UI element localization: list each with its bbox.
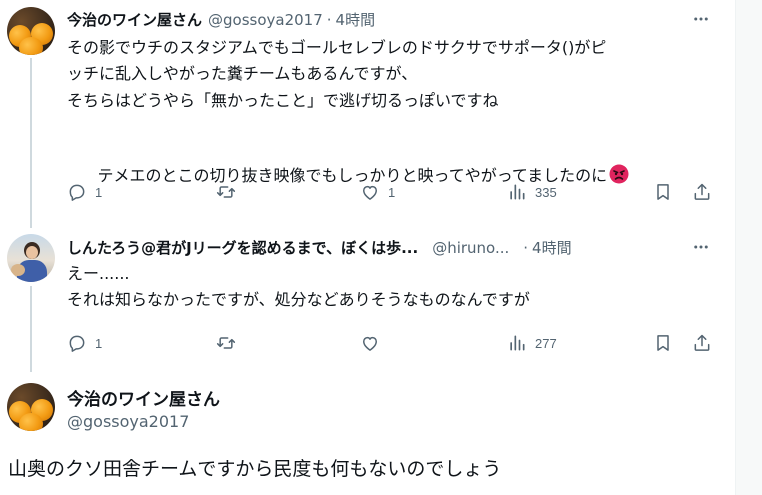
tweet-line: そちらはどうやら「無かったこと」で逃げ切るっぽいですね bbox=[67, 91, 499, 110]
reply-icon bbox=[69, 184, 85, 201]
avatar[interactable] bbox=[7, 234, 55, 282]
views-count: 277 bbox=[535, 335, 557, 351]
tweet-text: 山奥のクソ田舎チームですから民度も何もないのでしょう bbox=[8, 458, 502, 480]
bookmark-button[interactable] bbox=[653, 333, 673, 353]
tweet-line: それは知らなかったですが、処分などありそうなものなんですが bbox=[67, 290, 530, 309]
user-handle[interactable]: @hiruno... bbox=[432, 239, 509, 257]
thread-line bbox=[30, 286, 32, 372]
reply-count: 1 bbox=[95, 335, 103, 351]
display-name[interactable]: 今治のワイン屋さん bbox=[67, 385, 220, 410]
reply-count: 1 bbox=[95, 184, 103, 200]
separator: · bbox=[523, 239, 529, 257]
share-button[interactable] bbox=[692, 333, 712, 353]
thread-line bbox=[30, 58, 32, 228]
tweet-header: しんたろう@君がJリーグを認めるまで、ぼくは歩... @hiruno... · … bbox=[67, 237, 572, 258]
share-icon bbox=[694, 334, 710, 351]
views-button[interactable]: 335 bbox=[507, 182, 557, 202]
tweet-line: えー...... bbox=[67, 264, 130, 283]
views-count: 335 bbox=[535, 184, 557, 200]
like-icon bbox=[363, 185, 377, 200]
avatar[interactable] bbox=[7, 7, 55, 55]
more-icon[interactable] bbox=[691, 9, 711, 29]
user-handle[interactable]: @gossoya2017 bbox=[208, 11, 323, 29]
reply-button[interactable]: 1 bbox=[67, 182, 102, 202]
timestamp[interactable]: 4時間 bbox=[336, 9, 376, 30]
avatar[interactable] bbox=[7, 383, 55, 431]
views-icon bbox=[510, 184, 525, 200]
like-button[interactable] bbox=[360, 333, 388, 353]
views-button[interactable]: 277 bbox=[507, 333, 557, 353]
reply-button[interactable]: 1 bbox=[67, 333, 102, 353]
bookmark-button[interactable] bbox=[653, 182, 673, 202]
tweet-header: 今治のワイン屋さん @gossoya2017 · 4時間 bbox=[67, 9, 375, 30]
like-count: 1 bbox=[388, 184, 396, 200]
repost-button[interactable] bbox=[216, 333, 244, 353]
share-icon bbox=[694, 183, 710, 200]
more-icon[interactable] bbox=[691, 237, 711, 257]
like-icon bbox=[363, 336, 377, 351]
display-name[interactable]: しんたろう@君がJリーグを認めるまで、ぼくは歩... bbox=[67, 237, 418, 258]
tweet-line: ッチに乱入しやがった糞チームもあるんですが、 bbox=[67, 64, 418, 83]
separator: · bbox=[326, 11, 332, 29]
views-icon bbox=[510, 335, 525, 351]
bookmark-icon bbox=[657, 184, 669, 200]
share-button[interactable] bbox=[692, 182, 712, 202]
display-name[interactable]: 今治のワイン屋さん bbox=[67, 9, 202, 30]
bookmark-icon bbox=[657, 335, 669, 351]
user-handle[interactable]: @gossoya2017 bbox=[67, 412, 189, 431]
tweet-thread: 今治のワイン屋さん @gossoya2017 · 4時間 その影でウチのスタジア… bbox=[0, 0, 735, 495]
repost-button[interactable] bbox=[216, 182, 244, 202]
repost-icon bbox=[216, 337, 236, 349]
timestamp[interactable]: 4時間 bbox=[532, 237, 572, 258]
right-column-edge bbox=[735, 0, 762, 495]
reply-icon bbox=[69, 335, 85, 352]
repost-icon bbox=[216, 186, 236, 198]
like-button[interactable]: 1 bbox=[360, 182, 395, 202]
tweet-line: その影でウチのスタジアムでもゴールセレブレのドサクサでサポータ()がピ bbox=[67, 38, 607, 57]
angry-face-icon bbox=[609, 164, 629, 184]
